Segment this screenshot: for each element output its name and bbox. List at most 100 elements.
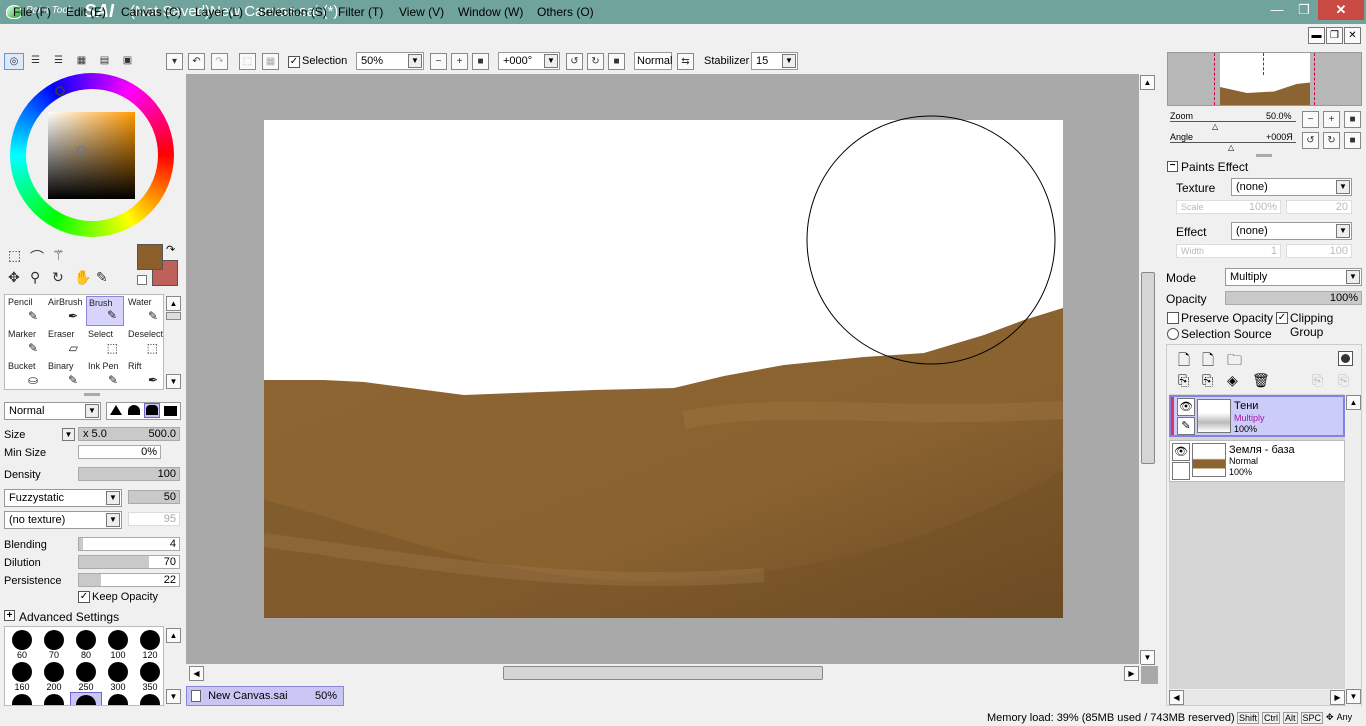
layer-item-teni[interactable]: 👁 ✎ Тени Multiply 100% [1169, 395, 1345, 437]
tool-scroll-thumb[interactable] [166, 312, 181, 320]
swatches-tab-icon[interactable]: ▦ [73, 53, 90, 70]
size-slider[interactable]: x 5.0 500.0 [78, 427, 180, 441]
tool-rift[interactable]: Rift ✒ [126, 360, 164, 390]
min-size-field[interactable]: 0% [78, 445, 161, 459]
menu-canvas[interactable]: Canvas (C) [121, 5, 182, 19]
pencil-icon[interactable]: ✎ [1177, 417, 1195, 435]
deselect-button[interactable]: ⬚ [239, 53, 256, 70]
layer-scroll-left-button[interactable]: ◀ [1169, 690, 1184, 705]
delete-mask-icon[interactable]: ⎘ [1338, 372, 1349, 389]
scratchpad-tab-icon[interactable]: ▣ [119, 53, 136, 70]
menu-view[interactable]: View (V) [399, 5, 444, 19]
redo-button[interactable]: ↷ [211, 53, 228, 70]
stabilizer-select[interactable]: 15 ▼ [751, 52, 798, 70]
undo-button[interactable]: ↶ [188, 53, 205, 70]
tool-brush[interactable]: Brush ✎ [86, 296, 124, 326]
rect-select-icon[interactable]: ⬚ [8, 247, 21, 264]
nav-zoom-out-button[interactable]: − [1302, 111, 1319, 128]
nav-zoom-in-button[interactable]: + [1323, 111, 1340, 128]
lasso-icon[interactable]: ⌒ [30, 247, 44, 267]
layer-scrollbar[interactable] [1346, 394, 1361, 706]
brush-shape-sharp-icon[interactable] [110, 405, 122, 415]
brush-size-preset[interactable]: 250 [70, 660, 102, 692]
brush-size-preset[interactable]: 60 [6, 628, 38, 660]
tool-marker[interactable]: Marker ✎ [6, 328, 44, 358]
paints-effect-header[interactable]: Paints Effect [1181, 160, 1248, 174]
brush-size-preset[interactable] [134, 692, 163, 705]
hue-cursor[interactable] [55, 86, 65, 96]
tool-pencil[interactable]: Pencil ✎ [6, 296, 44, 326]
rgb-slider-tab-icon[interactable]: ☰ [27, 53, 44, 70]
tool-scroll-up-button[interactable]: ▲ [166, 296, 181, 311]
size-mult-dropdown[interactable]: ▼ [62, 428, 75, 441]
layer-scroll-up-button[interactable]: ▲ [1346, 395, 1361, 410]
scroll-down-button[interactable]: ▼ [1140, 650, 1155, 665]
navigator-preview[interactable] [1167, 52, 1362, 106]
menu-filter[interactable]: Filter (T) [338, 5, 383, 19]
transparent-color-icon[interactable] [137, 275, 147, 285]
brush-shape-select[interactable]: Fuzzystatic ▼ [4, 489, 122, 507]
horizontal-scroll-thumb[interactable] [503, 666, 823, 680]
layer-mask-icon[interactable] [1338, 351, 1353, 366]
brush-blend-select[interactable]: Normal ▼ [4, 402, 101, 420]
magic-wand-icon[interactable]: ⚚ [52, 247, 65, 264]
brush-size-preset[interactable]: 80 [70, 628, 102, 660]
flip-view-button[interactable]: ⇆ [677, 53, 694, 70]
merge-down-icon[interactable]: ⎘ [1202, 372, 1213, 389]
nav-zoom-thumb[interactable]: △ [1212, 122, 1218, 131]
nav-rotate-reset-button[interactable]: ■ [1344, 132, 1361, 149]
delete-layer-icon[interactable]: 🗑 [1252, 372, 1270, 389]
effect-select[interactable]: (none) ▼ [1231, 222, 1352, 240]
mdi-close-button[interactable]: ✕ [1344, 27, 1361, 44]
hsv-slider-tab-icon[interactable]: ☰ [50, 53, 67, 70]
color-panel-menu-button[interactable]: ▾ [166, 53, 183, 70]
menu-file[interactable]: File (F) [13, 5, 51, 19]
size-grid-scroll-up-button[interactable]: ▲ [166, 628, 181, 643]
selection-checkbox[interactable]: ✓ [288, 56, 300, 68]
brush-size-preset[interactable] [102, 692, 134, 705]
tool-scroll-down-button[interactable]: ▼ [166, 374, 181, 389]
nav-zoom-slider[interactable] [1170, 121, 1296, 122]
eye-icon[interactable]: 👁 [1177, 398, 1195, 416]
scroll-left-button[interactable]: ◀ [189, 666, 204, 681]
zoom-icon[interactable]: ⚲ [30, 269, 40, 286]
minimize-button[interactable]: — [1264, 0, 1290, 20]
mdi-restore-button[interactable]: ❐ [1326, 27, 1343, 44]
hand-icon[interactable]: ✋ [74, 269, 91, 286]
zoom-out-button[interactable]: − [430, 53, 447, 70]
menu-edit[interactable]: Edit (E) [66, 5, 106, 19]
panel-splitter[interactable] [84, 393, 100, 396]
tool-select[interactable]: Select ⬚ [86, 328, 124, 358]
menu-selection[interactable]: Selection (S) [258, 5, 327, 19]
zoom-reset-button[interactable]: ■ [472, 53, 489, 70]
brush-texture-strength[interactable]: 95 [128, 512, 180, 526]
invert-selection-button[interactable]: ▦ [262, 53, 279, 70]
apply-mask-icon[interactable]: ⎘ [1312, 372, 1323, 389]
clipping-group-checkbox[interactable]: ✓ [1276, 312, 1288, 324]
nav-angle-thumb[interactable]: △ [1228, 143, 1234, 152]
tool-binary[interactable]: Binary ✎ [46, 360, 84, 390]
menu-layer[interactable]: Layer (L) [195, 5, 243, 19]
eyedropper-icon[interactable]: ✎ [96, 269, 108, 286]
collapse-minus-icon[interactable]: − [1167, 161, 1178, 172]
sv-cursor[interactable] [77, 146, 86, 155]
menu-others[interactable]: Others (O) [537, 5, 594, 19]
brush-size-preset[interactable]: 120 [134, 628, 163, 660]
tool-deselect[interactable]: Deselect ⬚ [126, 328, 164, 358]
brush-size-preset[interactable] [6, 692, 38, 705]
blending-slider[interactable]: 4 [78, 537, 180, 551]
view-mode-select[interactable]: Normal [634, 52, 672, 70]
layer-scroll-down-button[interactable]: ▼ [1346, 689, 1361, 704]
brush-size-preset[interactable]: 300 [102, 660, 134, 692]
brush-size-preset[interactable]: 200 [38, 660, 70, 692]
persistence-slider[interactable]: 22 [78, 573, 180, 587]
rotate-icon[interactable]: ↻ [52, 269, 64, 286]
layer-hscrollbar[interactable] [1169, 690, 1345, 705]
angle-select[interactable]: +000° ▼ [498, 52, 560, 70]
maximize-button[interactable]: ❐ [1291, 0, 1317, 20]
scroll-right-button[interactable]: ▶ [1124, 666, 1139, 681]
scale-field[interactable]: Scale 100% [1176, 200, 1281, 214]
brush-texture-select[interactable]: (no texture) ▼ [4, 511, 122, 529]
document-tab[interactable]: New Canvas.sai 50% [186, 686, 344, 706]
width-field[interactable]: Width 1 [1176, 244, 1281, 258]
